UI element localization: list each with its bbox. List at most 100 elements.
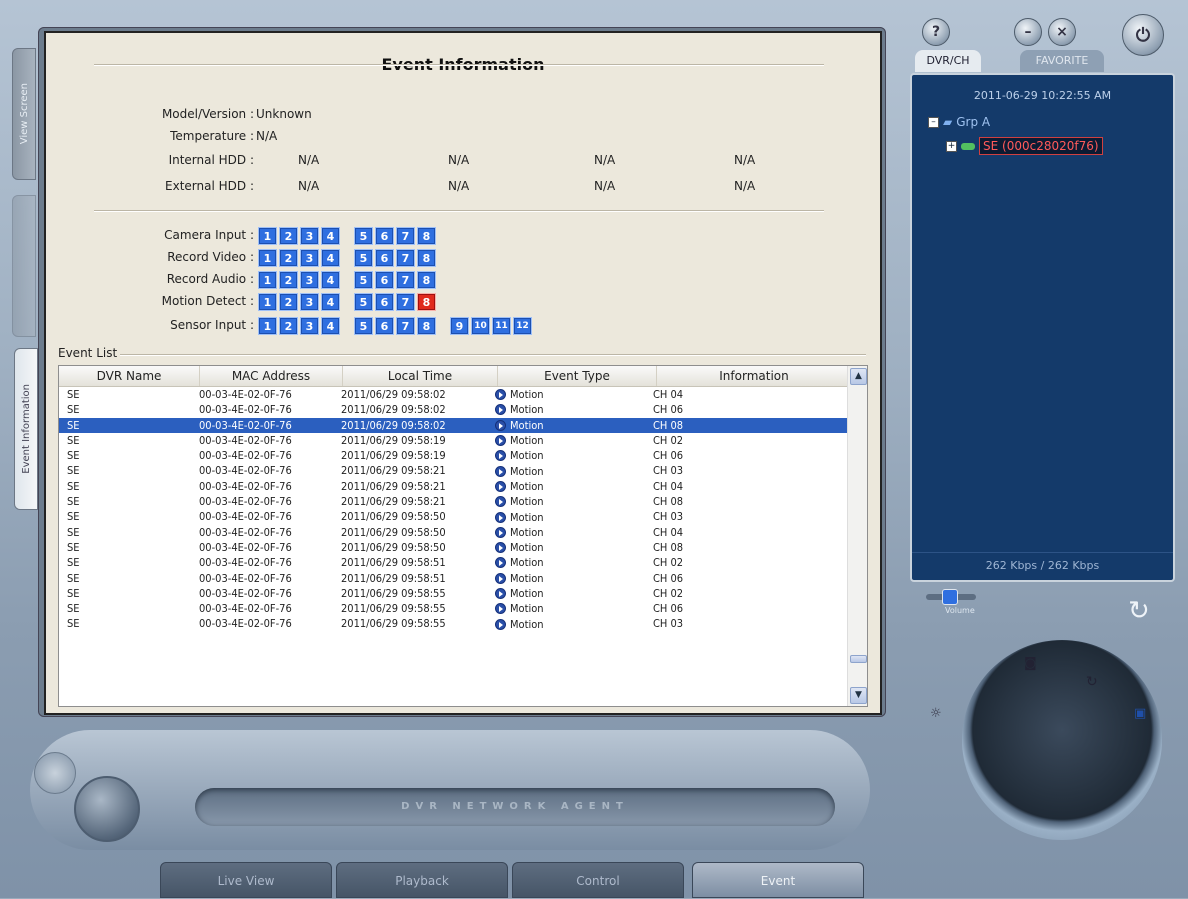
channel-chip[interactable]: 8	[417, 227, 436, 245]
channel-chip[interactable]: 5	[354, 317, 373, 335]
channel-chip[interactable]: 5	[354, 249, 373, 267]
volume-handle[interactable]	[942, 589, 958, 605]
scroll-down-button[interactable]: ▼	[850, 687, 867, 704]
channel-chip[interactable]: 9	[450, 317, 469, 335]
minimize-icon[interactable]: –	[1014, 18, 1042, 46]
channel-chip[interactable]: 3	[300, 227, 319, 245]
event-list-table[interactable]: DVR Name MAC Address Local Time Event Ty…	[58, 365, 868, 707]
table-row[interactable]: SE 00-03-4E-02-0F-76 2011/06/29 09:58:19 Mo…	[59, 448, 847, 463]
col-event-type[interactable]: Event Type	[498, 366, 657, 386]
main-knob[interactable]	[74, 776, 140, 842]
channel-chip[interactable]: 3	[300, 317, 319, 335]
table-row[interactable]: SE 00-03-4E-02-0F-76 2011/06/29 09:58:51 Mo…	[59, 555, 847, 570]
channel-chip[interactable]: 5	[354, 271, 373, 289]
close-icon[interactable]: ×	[1048, 18, 1076, 46]
channel-chip[interactable]: 1	[258, 271, 277, 289]
tab-live-view[interactable]: Live View	[160, 862, 332, 898]
col-mac-address[interactable]: MAC Address	[200, 366, 343, 386]
brightness-icon[interactable]: ☼	[930, 706, 942, 721]
table-row[interactable]: SE 00-03-4E-02-0F-76 2011/06/29 09:58:02 Mo…	[59, 402, 847, 417]
channel-chip[interactable]: 4	[321, 317, 340, 335]
channel-chip[interactable]: 7	[396, 271, 415, 289]
tab-event-information[interactable]: Event Information	[14, 348, 38, 510]
channel-chip[interactable]: 4	[321, 271, 340, 289]
table-row[interactable]: SE 00-03-4E-02-0F-76 2011/06/29 09:58:02 Mo…	[59, 417, 847, 433]
tree-device-node[interactable]: + SE (000c28020f76)	[946, 137, 1103, 155]
lock-icon[interactable]: ▣	[1134, 706, 1146, 721]
table-row[interactable]: SE 00-03-4E-02-0F-76 2011/06/29 09:58:50 Mo…	[59, 540, 847, 555]
table-row[interactable]: SE 00-03-4E-02-0F-76 2011/06/29 09:58:51 Mo…	[59, 571, 847, 586]
channel-chip[interactable]: 12	[513, 317, 532, 335]
table-row[interactable]: SE 00-03-4E-02-0F-76 2011/06/29 09:58:55 Mo…	[59, 616, 847, 631]
cell-dvr-name: SE	[67, 388, 80, 401]
channel-chip[interactable]: 3	[300, 293, 319, 311]
channel-chip[interactable]: 1	[258, 293, 277, 311]
table-row[interactable]: SE 00-03-4E-02-0F-76 2011/06/29 09:58:21 Mo…	[59, 463, 847, 478]
table-row[interactable]: SE 00-03-4E-02-0F-76 2011/06/29 09:58:55 Mo…	[59, 601, 847, 616]
channel-chip[interactable]: 2	[279, 271, 298, 289]
channel-chip[interactable]: 2	[279, 317, 298, 335]
channel-chip[interactable]: 3	[300, 271, 319, 289]
tab-favorite[interactable]: FAVORITE	[1020, 50, 1104, 72]
table-row[interactable]: SE 00-03-4E-02-0F-76 2011/06/29 09:58:02 Mo…	[59, 387, 847, 402]
rotate-icon[interactable]: ↻	[1086, 674, 1098, 690]
ptz-control-dial[interactable]	[962, 640, 1162, 840]
channel-chip[interactable]: 4	[321, 249, 340, 267]
table-row[interactable]: SE 00-03-4E-02-0F-76 2011/06/29 09:58:21 Mo…	[59, 494, 847, 509]
tab-control[interactable]: Control	[512, 862, 684, 898]
collapse-icon[interactable]: –	[928, 116, 939, 128]
cell-dvr-name: SE	[67, 449, 80, 463]
channel-chip[interactable]: 3	[300, 249, 319, 267]
expand-icon[interactable]: +	[946, 140, 957, 152]
scroll-up-button[interactable]: ▲	[850, 368, 867, 385]
channel-chip[interactable]: 6	[375, 293, 394, 311]
channel-chip[interactable]: 8	[417, 317, 436, 335]
channel-chip[interactable]: 4	[321, 293, 340, 311]
table-row[interactable]: SE 00-03-4E-02-0F-76 2011/06/29 09:58:50 Mo…	[59, 525, 847, 540]
channel-chip[interactable]: 2	[279, 249, 298, 267]
tree-group-node[interactable]: – ▰ Grp A	[928, 115, 990, 129]
channel-chip[interactable]: 2	[279, 293, 298, 311]
camera-icon[interactable]: ◙	[1024, 656, 1037, 671]
channel-chip[interactable]: 8	[417, 249, 436, 267]
channel-chip[interactable]: 6	[375, 249, 394, 267]
channel-chip[interactable]: 7	[396, 317, 415, 335]
refresh-logo-icon[interactable]: ↻	[1128, 596, 1150, 626]
table-row[interactable]: SE 00-03-4E-02-0F-76 2011/06/29 09:58:55 Mo…	[59, 586, 847, 601]
col-dvr-name[interactable]: DVR Name	[59, 366, 200, 386]
channel-chip[interactable]: 6	[375, 271, 394, 289]
channel-chip[interactable]: 11	[492, 317, 511, 335]
channel-chip[interactable]: 5	[354, 293, 373, 311]
table-row[interactable]: SE 00-03-4E-02-0F-76 2011/06/29 09:58:50 Mo…	[59, 509, 847, 524]
channel-chip[interactable]: 7	[396, 249, 415, 267]
power-icon[interactable]: ⏻	[1122, 14, 1164, 56]
vertical-scrollbar[interactable]: ▲ ▼	[847, 366, 867, 706]
col-information[interactable]: Information	[657, 366, 851, 386]
channel-chip[interactable]: 1	[258, 227, 277, 245]
channel-chip[interactable]: 8	[417, 271, 436, 289]
channel-chip[interactable]: 1	[258, 317, 277, 335]
channel-chip[interactable]: 4	[321, 227, 340, 245]
table-row[interactable]: SE 00-03-4E-02-0F-76 2011/06/29 09:58:19 Mo…	[59, 433, 847, 448]
channel-chip[interactable]: 8	[417, 293, 436, 311]
tab-dvr-ch[interactable]: DVR/CH	[915, 50, 981, 72]
tab-playback[interactable]: Playback	[336, 862, 508, 898]
channel-chip[interactable]: 10	[471, 317, 490, 335]
col-local-time[interactable]: Local Time	[343, 366, 498, 386]
channel-chip[interactable]: 5	[354, 227, 373, 245]
small-knob[interactable]	[34, 752, 76, 794]
help-icon[interactable]: ?	[922, 18, 950, 46]
channel-chip[interactable]: 6	[375, 227, 394, 245]
tab-view-screen[interactable]: View Screen	[12, 48, 36, 180]
volume-slider[interactable]	[926, 589, 976, 605]
cell-information: CH 06	[653, 602, 684, 616]
channel-chip[interactable]: 6	[375, 317, 394, 335]
channel-chip[interactable]: 7	[396, 227, 415, 245]
channel-chip[interactable]: 7	[396, 293, 415, 311]
table-row[interactable]: SE 00-03-4E-02-0F-76 2011/06/29 09:58:21 Mo…	[59, 479, 847, 494]
scroll-thumb[interactable]	[850, 655, 867, 663]
channel-chip[interactable]: 2	[279, 227, 298, 245]
tab-disabled[interactable]	[12, 195, 36, 337]
channel-chip[interactable]: 1	[258, 249, 277, 267]
tab-event[interactable]: Event	[692, 862, 864, 898]
